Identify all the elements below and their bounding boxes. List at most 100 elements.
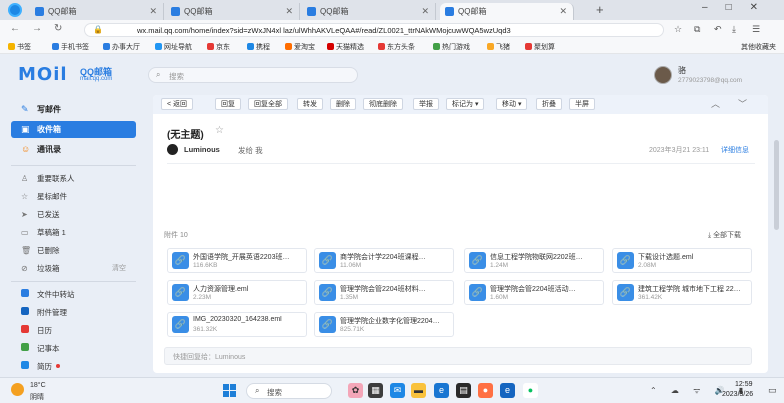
bookmark-item[interactable]: 爱淘宝	[285, 42, 315, 52]
reply-button[interactable]: 回复	[215, 98, 241, 110]
quick-reply-input[interactable]: 快捷回复给：Luminous	[164, 347, 752, 365]
window-controls[interactable]: –□✕	[702, 2, 776, 13]
bookmark-item[interactable]: 携程	[247, 42, 270, 52]
clock-date[interactable]: 2023/3/26	[722, 391, 753, 398]
sidebar-item-contacts[interactable]: ☺ 通讯录	[11, 141, 136, 158]
sender-name[interactable]: Luminous	[184, 145, 220, 154]
address-bar[interactable]: 🔒 wx.mail.qq.com/home/index?sid=zWxJN4xl…	[84, 23, 664, 37]
wechat-icon[interactable]: ●	[523, 383, 538, 398]
sidebar-item-calendar[interactable]: 日历	[11, 324, 136, 338]
bookmark-item[interactable]: 网址导航	[155, 42, 192, 52]
edge-logo-icon[interactable]	[8, 3, 22, 17]
qqmail-logo[interactable]: MOil	[18, 64, 68, 85]
back-icon[interactable]: ←	[10, 23, 20, 34]
app-icon-flowers[interactable]: ✿	[348, 383, 363, 398]
sidebar-item-deleted[interactable]: 🗑 已删除	[11, 244, 136, 258]
close-tab-icon[interactable]: ✕	[559, 3, 567, 20]
bookmark-item[interactable]: 手机书签	[52, 42, 89, 52]
edge-active-icon[interactable]: e	[500, 383, 515, 398]
scrollbar[interactable]	[774, 100, 780, 370]
browser-tab[interactable]: QQ邮箱 ✕	[166, 3, 300, 20]
attachment-name: 下载设计选题.eml	[638, 254, 694, 261]
edge-icon[interactable]: e	[434, 383, 449, 398]
app-icon-orange[interactable]: ●	[478, 383, 493, 398]
forward-icon[interactable]: →	[32, 23, 42, 34]
avatar[interactable]	[654, 66, 672, 84]
report-button[interactable]: 举报	[413, 98, 439, 110]
attachment-card[interactable]: 🔗 管理学院会管2204班活动… 1.60M	[464, 280, 604, 305]
attachment-card[interactable]: 🔗 管理学院会管2204班材料… 1.35M	[314, 280, 454, 305]
details-link[interactable]: 详细信息	[721, 145, 749, 155]
sidebar-item-sent[interactable]: ➤ 已发送	[11, 208, 136, 222]
weather-icon[interactable]	[11, 383, 24, 396]
bookmark-item[interactable]: 热门游戏	[433, 42, 470, 52]
next-mail-icon[interactable]: ﹀	[738, 97, 747, 110]
attachment-card[interactable]: 🔗 建筑工程学院 城市地下工程 22… 361.42K	[612, 280, 752, 305]
spam-icon: ⊘	[21, 264, 28, 273]
close-tab-icon[interactable]: ✕	[149, 3, 157, 20]
move-to-dropdown[interactable]: 移动 ▾	[496, 98, 528, 110]
attachment-card[interactable]: 🔗 管理学院企业数字化管理2204… 825.71K	[314, 312, 454, 337]
clock-time[interactable]: 12:59	[735, 381, 753, 388]
scrollbar-thumb[interactable]	[774, 140, 779, 230]
sidebar-item-notes[interactable]: 记事本	[11, 342, 136, 356]
half-screen-button[interactable]: 半屏	[569, 98, 595, 110]
notification-icon[interactable]: ▭	[768, 385, 777, 396]
delete-permanently-button[interactable]: 彻底删除	[363, 98, 403, 110]
bookmark-item[interactable]: 聚划算	[525, 42, 555, 52]
star-icon[interactable]: ☆	[215, 125, 224, 136]
sidebar-item-vip[interactable]: ♙ 重要联系人	[11, 172, 136, 186]
attachment-card[interactable]: 🔗 外国语学院_开展英语2203班… 116.6KB	[167, 248, 307, 273]
sidebar-item-starred[interactable]: ☆ 星标邮件	[11, 190, 136, 204]
sidebar-item-file-transfer[interactable]: 文件中转站	[11, 288, 136, 302]
sidebar-item-drafts[interactable]: ▭ 草稿箱 1	[11, 226, 136, 240]
reply-all-button[interactable]: 回复全部	[248, 98, 288, 110]
attachment-name: 商学院会计学2204班课程…	[340, 254, 426, 261]
bookmark-item[interactable]: 飞猪	[487, 42, 510, 52]
attachment-card[interactable]: 🔗 下载设计选题.eml 2.08M	[612, 248, 752, 273]
collapse-button[interactable]: 折叠	[536, 98, 562, 110]
sidebar-item-attachments[interactable]: 附件管理	[11, 306, 136, 320]
menu-icon[interactable]: ☰	[752, 24, 760, 35]
mail-search-input[interactable]: ⌕ 搜索	[148, 67, 358, 83]
empty-spam-link[interactable]: 清空	[112, 262, 126, 276]
bookmark-item[interactable]: 京东	[207, 42, 230, 52]
sidebar-item-resume[interactable]: 简历	[11, 360, 136, 374]
close-tab-icon[interactable]: ✕	[285, 3, 293, 20]
close-tab-icon[interactable]: ✕	[421, 3, 429, 20]
favorites-icon[interactable]: ☆	[674, 24, 682, 35]
attachment-card[interactable]: 🔗 IMG_20230320_164238.eml 361.32K	[167, 312, 307, 337]
store-icon[interactable]: ▤	[456, 383, 471, 398]
bookmark-item[interactable]: 天猫精选	[327, 42, 364, 52]
file-explorer-icon[interactable]: ▬	[411, 383, 426, 398]
browser-tab[interactable]: QQ邮箱 ✕	[302, 3, 436, 20]
back-button[interactable]: < 返回	[161, 98, 194, 110]
sidebar-item-spam[interactable]: ⊘ 垃圾箱 清空	[11, 262, 136, 276]
delete-button[interactable]: 删除	[330, 98, 356, 110]
bookmark-item[interactable]: 东方头条	[378, 42, 415, 52]
attachment-card[interactable]: 🔗 信息工程学院物联网2202班… 1.24M	[464, 248, 604, 273]
mail-app-icon[interactable]: ✉	[390, 383, 405, 398]
previous-mail-icon[interactable]: ︿	[711, 97, 720, 110]
bookmark-item[interactable]: 办事大厅	[103, 42, 140, 52]
browser-tab[interactable]: QQ邮箱 ✕	[30, 3, 164, 20]
refresh-icon[interactable]: ↻	[54, 23, 62, 34]
download-icon[interactable]: ⤓	[732, 24, 736, 35]
collections-icon[interactable]: ⧉	[694, 24, 700, 35]
taskbar-search[interactable]: ⌕ 搜索	[246, 383, 332, 399]
sidebar-item-compose[interactable]: ✎ 写邮件	[11, 101, 136, 118]
task-view-icon[interactable]: ▦	[368, 383, 383, 398]
browser-tab-active[interactable]: QQ邮箱 ✕	[440, 3, 574, 20]
attachment-card[interactable]: 🔗 商学院会计学2204班课程… 11.06M	[314, 248, 454, 273]
forward-button[interactable]: 转发	[297, 98, 323, 110]
mark-as-dropdown[interactable]: 标记为 ▾	[446, 98, 485, 110]
new-tab-icon[interactable]: +	[596, 2, 604, 17]
bookmark-item[interactable]: 书签	[8, 42, 31, 52]
download-all-link[interactable]: ⤓ 全部下载	[708, 230, 741, 240]
start-icon[interactable]	[222, 383, 237, 398]
sidebar-item-inbox[interactable]: ▣ 收件箱	[11, 121, 136, 138]
other-bookmarks[interactable]: 其他收藏夹	[741, 42, 776, 52]
user-name[interactable]: 骆	[678, 65, 686, 76]
undo-icon[interactable]: ↶	[714, 24, 722, 35]
attachment-card[interactable]: 🔗 人力资源管理.eml 2.23M	[167, 280, 307, 305]
